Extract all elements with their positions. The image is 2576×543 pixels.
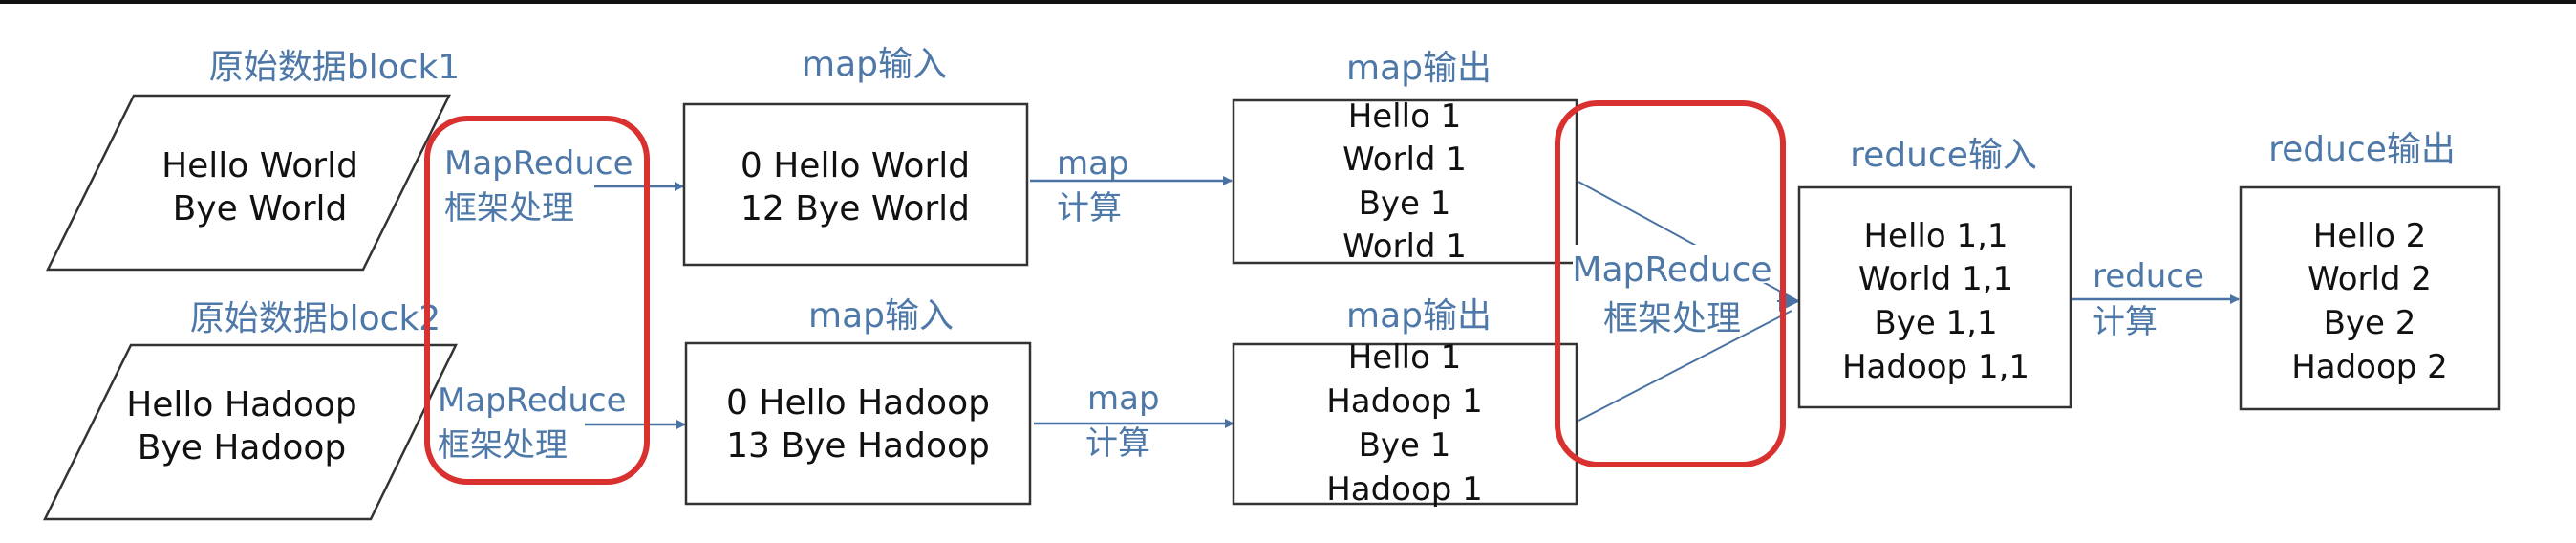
reduce-input-line1: Hello 1,1 [1863,217,2007,255]
block1-line1: Hello World [161,146,358,185]
reduce-input-line2: World 1,1 [1858,260,2013,298]
map-output1-line3: Bye 1 [1359,185,1451,223]
reduce-calc-line2: 计算 [2093,303,2157,341]
map-output1-line4: World 1 [1342,228,1467,266]
reduce-input-line4: Hadoop 1,1 [1842,348,2029,386]
map-output2-line3: Bye 1 [1359,426,1451,465]
framework3-line2: 框架处理 [1603,299,1741,338]
block1-line2: Bye World [173,189,348,228]
map-input1-title: map输入 [802,45,947,84]
reduce-input-title: reduce输入 [1850,136,2037,175]
map-output1-line2: World 1 [1342,141,1467,179]
block2-line2: Bye Hadoop [138,428,346,467]
framework1-line1: MapReduce [444,144,633,183]
reduce-input-line3: Bye 1,1 [1874,304,1997,342]
diagram-svg: 原始数据block1 Hello World Bye World MapRedu… [0,0,2576,521]
map-input2-title: map输入 [808,296,954,336]
map-input2-box [684,341,1032,506]
framework1-line2: 框架处理 [444,189,574,228]
map-calc2-line2: 计算 [1085,424,1150,463]
top-border [0,0,2576,4]
reduce-output-line2: World 2 [2308,260,2432,298]
map-input1-line2: 12 Bye World [741,189,970,228]
map-calc2-line1: map [1087,380,1160,418]
map-calc1-line2: 计算 [1057,189,1122,228]
framework2-line1: MapReduce [438,381,627,420]
framework2-line2: 框架处理 [438,426,568,465]
framework3-line1: MapReduce [1572,250,1771,290]
reduce-output-title: reduce输出 [2268,130,2456,169]
map-input1-line1: 0 Hello World [741,146,970,185]
mapreduce-flow-diagram: 原始数据block1 Hello World Bye World MapRedu… [0,0,2576,543]
map-calc1-line1: map [1057,144,1129,183]
block2-title: 原始数据block2 [190,299,440,338]
block1-title: 原始数据block1 [209,48,460,87]
map-output2-title: map输出 [1346,296,1492,336]
map-output2-line2: Hadoop 1 [1326,382,1483,421]
reduce-calc-line1: reduce [2093,257,2204,295]
map-input2-line2: 13 Bye Hadoop [726,426,990,466]
reduce-output-line1: Hello 2 [2313,217,2427,255]
map-output2-line1: Hello 1 [1348,338,1462,377]
map-output2-line4: Hadoop 1 [1326,470,1483,509]
block2-line1: Hello Hadoop [126,385,357,424]
map-output1-title: map输出 [1346,49,1492,88]
reduce-output-line3: Bye 2 [2324,304,2416,342]
reduce-output-line4: Hadoop 2 [2291,348,2448,386]
map-input2-line1: 0 Hello Hadoop [726,383,990,423]
map-output1-line1: Hello 1 [1348,98,1462,136]
